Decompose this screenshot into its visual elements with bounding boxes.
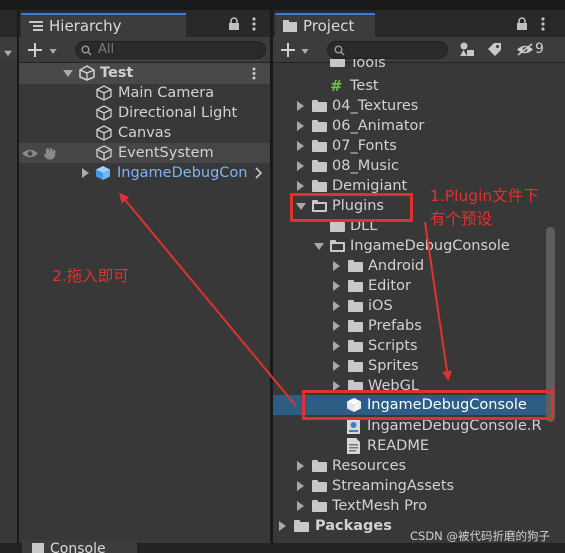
annotation-note-1-line-2: 有个预设 <box>430 210 493 228</box>
arrow-to-hierarchy <box>119 192 297 407</box>
annotation-note-1-line-1: 1.Plugin文件下 <box>430 187 539 205</box>
annotation-note-2: 2.拖入即可 <box>52 267 129 285</box>
watermark: CSDN @被代码折磨的狗子 <box>410 529 550 543</box>
arrow-to-prefab <box>424 221 452 381</box>
